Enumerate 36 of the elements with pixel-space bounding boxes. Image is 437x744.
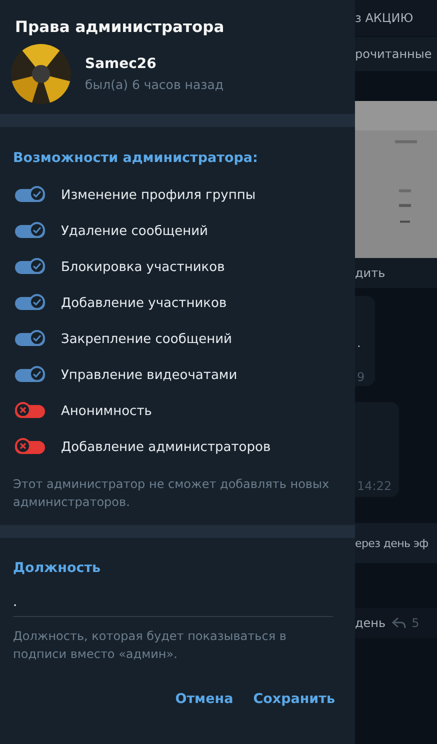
toggle-switch[interactable]	[15, 224, 45, 238]
unread-text: рочитанные	[355, 47, 432, 61]
message-text: ерез день эф	[355, 536, 428, 550]
toggle-switch[interactable]	[15, 332, 45, 346]
permissions-note: Этот администратор не сможет добавлять новых администраторов.	[12, 476, 330, 511]
permission-label: Закрепление сообщений	[61, 332, 232, 346]
toggle-switch[interactable]	[15, 404, 45, 418]
toggle-switch[interactable]	[15, 296, 45, 310]
caption-text: дить	[355, 266, 386, 280]
rank-hint: Должность, которая будет показываться в подписи вместо «админ».	[12, 628, 288, 663]
rank-input-field[interactable]: .	[13, 587, 333, 617]
save-button[interactable]: Сохранить	[245, 685, 343, 713]
reply-count: 5	[412, 616, 420, 630]
message-text: день	[355, 616, 386, 630]
dialog-title: Права администратора	[15, 18, 226, 36]
message-time: 14:22	[357, 479, 392, 493]
toggle-switch[interactable]	[15, 260, 45, 274]
permission-label: Управление видеочатами	[61, 368, 238, 382]
permission-label: Добавление администраторов	[61, 440, 271, 454]
toggle-switch[interactable]	[15, 440, 45, 454]
permission-label: Блокировка участников	[61, 260, 225, 274]
permission-label: Анонимность	[61, 404, 152, 418]
permission-label: Удаление сообщений	[61, 224, 208, 238]
permission-label: Изменение профиля группы	[61, 188, 256, 202]
pinned-text: з АКЦИЮ	[355, 11, 414, 25]
section-title: Возможности администратора:	[12, 150, 259, 166]
toggle-switch[interactable]	[15, 188, 45, 202]
toggle-switch[interactable]	[15, 368, 45, 382]
user-status: был(а) 6 часов назад	[85, 77, 224, 92]
permission-label: Добавление участников	[61, 296, 227, 310]
message-text: .	[357, 336, 361, 350]
section-title: Должность	[12, 560, 102, 576]
user-name: Samec26	[85, 56, 158, 72]
message-time: 9	[357, 370, 365, 384]
cancel-button[interactable]: Отмена	[167, 685, 242, 713]
reply-icon	[392, 617, 406, 629]
